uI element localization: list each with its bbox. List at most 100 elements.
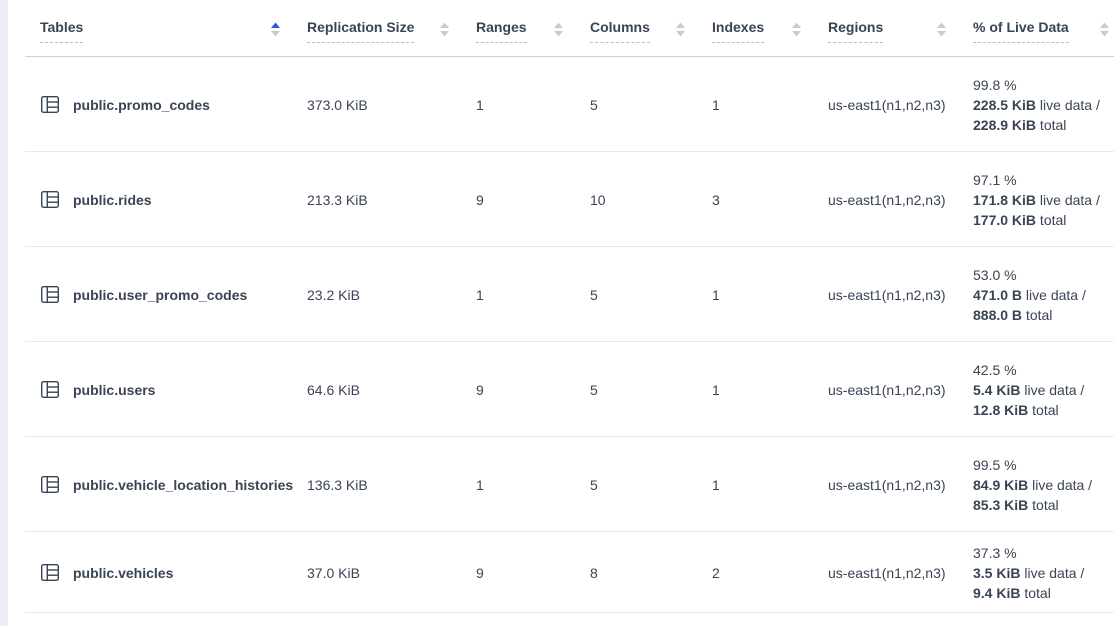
column-header-label: Regions <box>828 19 883 43</box>
indexes-cell: 1 <box>712 342 828 437</box>
table-row[interactable]: public.vehicles 37.0 KiB 9 8 2 us-east1(… <box>8 532 1114 613</box>
live-data-percent: 37.3 % <box>973 543 1017 563</box>
live-data-cell: 99.5 % 84.9 KiB live data / 85.3 KiB tot… <box>973 437 1114 532</box>
indexes-value: 3 <box>712 192 720 208</box>
replication-size-value: 64.6 KiB <box>307 382 360 398</box>
regions-value: us-east1(n1,n2,n3) <box>828 97 946 113</box>
columns-value: 8 <box>590 565 598 581</box>
ranges-cell: 1 <box>476 57 590 152</box>
column-header-label: Tables <box>40 19 83 43</box>
live-data-line: 5.4 KiB live data / <box>973 380 1084 400</box>
ranges-value: 1 <box>476 97 484 113</box>
total-data-line: 12.8 KiB total <box>973 400 1059 420</box>
live-data-line: 171.8 KiB live data / <box>973 190 1100 210</box>
live-data-percent: 42.5 % <box>973 360 1017 380</box>
sort-icon <box>270 22 281 40</box>
sort-icon <box>791 22 802 40</box>
total-data-line: 888.0 B total <box>973 305 1052 325</box>
ranges-value: 1 <box>476 477 484 493</box>
columns-cell: 8 <box>590 532 712 613</box>
indexes-value: 1 <box>712 382 720 398</box>
column-header-regions[interactable]: Regions <box>828 0 973 57</box>
replication-size-cell: 136.3 KiB <box>307 437 476 532</box>
columns-value: 5 <box>590 477 598 493</box>
ranges-value: 9 <box>476 192 484 208</box>
regions-value: us-east1(n1,n2,n3) <box>828 287 946 303</box>
ranges-value: 1 <box>476 287 484 303</box>
sort-icon <box>439 22 450 40</box>
columns-cell: 10 <box>590 152 712 247</box>
column-header-tables[interactable]: Tables <box>8 0 307 57</box>
column-header-columns[interactable]: Columns <box>590 0 712 57</box>
column-header-label: Replication Size <box>307 19 414 43</box>
table-row[interactable]: public.promo_codes 373.0 KiB 1 5 1 us-ea… <box>8 57 1114 152</box>
column-header-replication-size[interactable]: Replication Size <box>307 0 476 57</box>
live-data-line: 471.0 B live data / <box>973 285 1086 305</box>
table-name-link[interactable]: public.vehicles <box>73 565 173 581</box>
table-row[interactable]: public.vehicle_location_histories 136.3 … <box>8 437 1114 532</box>
live-data-line: 3.5 KiB live data / <box>973 563 1084 583</box>
page-left-gutter <box>0 0 8 626</box>
live-data-cell: 97.1 % 171.8 KiB live data / 177.0 KiB t… <box>973 152 1114 247</box>
replication-size-cell: 373.0 KiB <box>307 57 476 152</box>
table-icon <box>40 190 60 209</box>
regions-value: us-east1(n1,n2,n3) <box>828 565 946 581</box>
table-row[interactable]: public.rides 213.3 KiB 9 10 3 us-east1(n… <box>8 152 1114 247</box>
columns-cell: 5 <box>590 437 712 532</box>
columns-value: 5 <box>590 97 598 113</box>
column-header-indexes[interactable]: Indexes <box>712 0 828 57</box>
columns-value: 5 <box>590 287 598 303</box>
indexes-value: 1 <box>712 287 720 303</box>
table-name-link[interactable]: public.user_promo_codes <box>73 287 247 303</box>
live-data-cell: 37.3 % 3.5 KiB live data / 9.4 KiB total <box>973 532 1114 613</box>
table-name-link[interactable]: public.promo_codes <box>73 97 210 113</box>
table-row[interactable]: public.users 64.6 KiB 9 5 1 us-east1(n1,… <box>8 342 1114 437</box>
indexes-value: 2 <box>712 565 720 581</box>
table-icon <box>40 380 60 399</box>
indexes-cell: 2 <box>712 532 828 613</box>
table-name-link[interactable]: public.users <box>73 382 155 398</box>
ranges-cell: 1 <box>476 247 590 342</box>
database-tables-page: Tables Replication Size Ranges Columns <box>0 0 1114 626</box>
replication-size-value: 213.3 KiB <box>307 192 368 208</box>
live-data-percent: 99.5 % <box>973 455 1017 475</box>
replication-size-value: 23.2 KiB <box>307 287 360 303</box>
table-name-cell: public.promo_codes <box>8 57 307 152</box>
replication-size-value: 373.0 KiB <box>307 97 368 113</box>
column-header-live-data[interactable]: % of Live Data <box>973 0 1114 57</box>
total-data-line: 228.9 KiB total <box>973 115 1066 135</box>
regions-cell: us-east1(n1,n2,n3) <box>828 247 973 342</box>
ranges-cell: 9 <box>476 152 590 247</box>
columns-value: 5 <box>590 382 598 398</box>
column-header-ranges[interactable]: Ranges <box>476 0 590 57</box>
table-name-link[interactable]: public.rides <box>73 192 152 208</box>
live-data-cell: 42.5 % 5.4 KiB live data / 12.8 KiB tota… <box>973 342 1114 437</box>
live-data-percent: 97.1 % <box>973 170 1017 190</box>
total-data-line: 9.4 KiB total <box>973 583 1051 603</box>
regions-cell: us-east1(n1,n2,n3) <box>828 152 973 247</box>
indexes-value: 1 <box>712 97 720 113</box>
indexes-value: 1 <box>712 477 720 493</box>
regions-value: us-east1(n1,n2,n3) <box>828 382 946 398</box>
sort-icon <box>1099 22 1110 40</box>
table-name-link[interactable]: public.vehicle_location_histories <box>73 477 293 493</box>
table-icon <box>40 475 60 494</box>
regions-cell: us-east1(n1,n2,n3) <box>828 532 973 613</box>
live-data-line: 84.9 KiB live data / <box>973 475 1092 495</box>
tables-list-card: Tables Replication Size Ranges Columns <box>8 0 1114 626</box>
sort-icon <box>675 22 686 40</box>
table-name-cell: public.vehicle_location_histories <box>8 437 307 532</box>
table-row[interactable]: public.user_promo_codes 23.2 KiB 1 5 1 u… <box>8 247 1114 342</box>
regions-value: us-east1(n1,n2,n3) <box>828 477 946 493</box>
table-body: public.promo_codes 373.0 KiB 1 5 1 us-ea… <box>8 57 1114 613</box>
replication-size-value: 136.3 KiB <box>307 477 368 493</box>
table-icon <box>40 95 60 114</box>
column-header-label: Indexes <box>712 19 764 43</box>
columns-cell: 5 <box>590 57 712 152</box>
column-header-label: Columns <box>590 19 650 43</box>
table-icon <box>40 563 60 582</box>
replication-size-cell: 37.0 KiB <box>307 532 476 613</box>
live-data-line: 228.5 KiB live data / <box>973 95 1100 115</box>
live-data-cell: 99.8 % 228.5 KiB live data / 228.9 KiB t… <box>973 57 1114 152</box>
indexes-cell: 1 <box>712 437 828 532</box>
